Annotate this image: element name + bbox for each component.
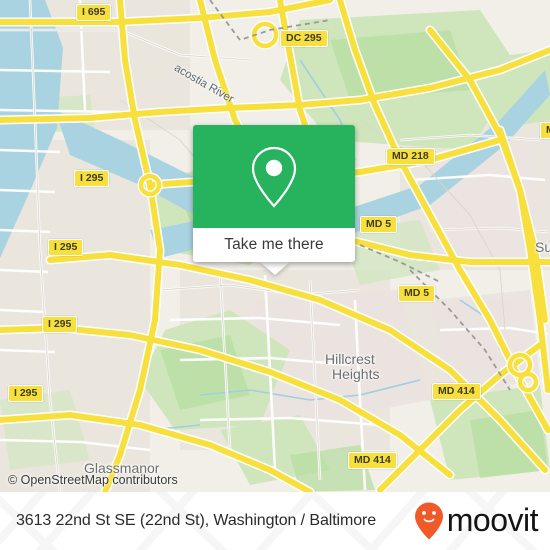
road-shield: M [540, 122, 550, 139]
map-attribution[interactable]: © OpenStreetMap contributors [8, 473, 178, 487]
take-me-there-label: Take me there [224, 236, 324, 253]
moovit-logo[interactable]: moovit [413, 501, 539, 541]
road-shield: MD 5 [360, 216, 398, 233]
moovit-pin-smiley-icon [414, 502, 443, 540]
poi-card-pointer [260, 262, 290, 275]
place-label: Su [535, 239, 550, 255]
map-screenshot: I 695 DC 295 MD 218 MD 5 I 295 I 295 I 2… [0, 0, 550, 550]
road-shield: MD 414 [348, 452, 397, 469]
poi-card-icon-area [193, 125, 355, 228]
road-shield: MD 218 [386, 148, 435, 165]
footer-bar: 3613 22nd St SE (22nd St), Washington / … [0, 492, 550, 550]
road-shield: I 295 [74, 170, 110, 187]
road-shield: I 295 [48, 239, 84, 256]
map-pin-icon [251, 146, 297, 208]
map-viewport[interactable]: I 695 DC 295 MD 218 MD 5 I 295 I 295 I 2… [0, 0, 550, 492]
road-shield: I 295 [8, 385, 44, 402]
road-shield: I 295 [42, 316, 78, 333]
place-label: Hillcrest [325, 351, 375, 367]
road-shield: MD 414 [432, 383, 481, 400]
road-shield: DC 295 [280, 30, 328, 47]
road-shield: I 695 [76, 4, 112, 21]
take-me-there-button[interactable]: Take me there [193, 228, 355, 262]
road-shield: MD 5 [398, 285, 436, 302]
poi-card[interactable]: Take me there [193, 125, 355, 262]
place-label: Heights [332, 366, 380, 382]
moovit-wordmark: moovit [446, 502, 539, 538]
address-label: 3613 22nd St SE (22nd St), Washington / … [16, 512, 377, 529]
